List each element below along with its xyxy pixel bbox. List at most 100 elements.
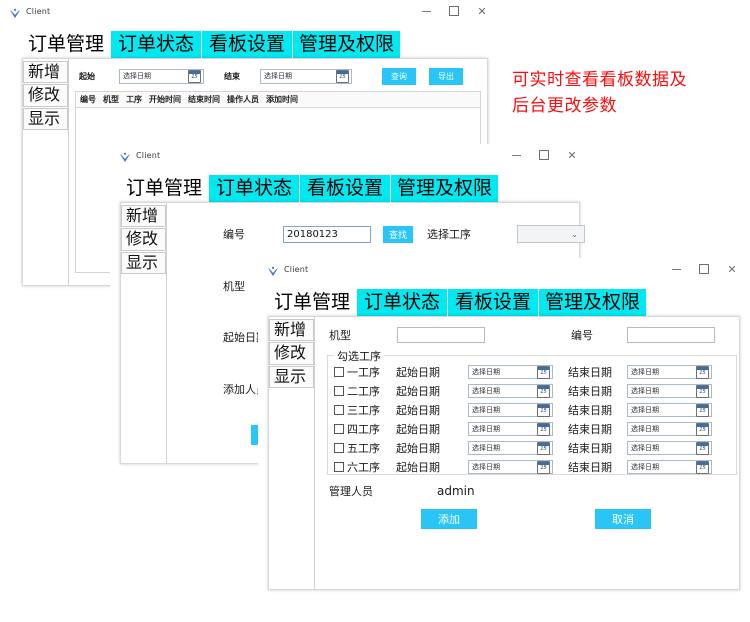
app-icon [267,263,279,276]
minimize-button[interactable] [412,0,440,22]
maximize-button[interactable] [530,144,558,166]
process-label: 四工序 [347,423,380,436]
checkbox-icon[interactable] [334,405,344,415]
process-end-date-picker[interactable]: 选择日期 15 [627,365,712,379]
tab-order-status[interactable]: 订单状态 [110,31,201,58]
window2-titlebar[interactable]: Client ✕ [110,144,590,166]
cancel-button[interactable]: 取消 [595,509,651,529]
sidebar-item-add[interactable]: 新增 [121,205,166,228]
checkbox-icon[interactable] [334,443,344,453]
minimize-button[interactable] [502,144,530,166]
window2-title: Client [136,150,161,160]
calendar-icon[interactable]: 15 [188,69,201,83]
calendar-icon[interactable]: 15 [696,460,709,474]
app-icon [9,5,21,18]
process-row: 五工序 起始日期 选择日期 15 结束日期 选择日期 15 [334,440,736,456]
start-date-label: 起始日期 [396,423,440,436]
window3-content: 机型 编号 勾选工序 一工序 起始日期 选择日期 15 结束日期 选择日期 15 二工序 起始日… [315,317,739,589]
tab-management-permissions[interactable]: 管理及权限 [292,31,400,58]
checkbox-icon[interactable] [334,386,344,396]
model-input[interactable] [397,327,485,343]
end-date-value: 选择日期 [631,387,659,395]
process-end-date-picker[interactable]: 选择日期 15 [627,441,712,455]
checkbox-icon[interactable] [334,367,344,377]
window3-top-row: 机型 编号 [329,327,739,343]
process-checkbox-5[interactable]: 五工序 [334,440,396,456]
tab-board-settings[interactable]: 看板设置 [447,289,538,316]
calendar-icon[interactable]: 15 [537,460,550,474]
tab-order-status[interactable]: 订单状态 [356,289,447,316]
process-start-date-picker[interactable]: 选择日期 15 [468,384,553,398]
sidebar-item-show[interactable]: 显示 [23,107,68,131]
window1-controls: ✕ [412,0,496,22]
process-checkbox-2[interactable]: 二工序 [334,383,396,399]
calendar-icon[interactable]: 15 [696,384,709,398]
tab-management-permissions[interactable]: 管理及权限 [390,175,498,202]
process-end-date-picker[interactable]: 选择日期 15 [627,384,712,398]
tab-board-settings[interactable]: 看板设置 [299,175,390,202]
calendar-icon[interactable]: 15 [696,422,709,436]
process-end-date-picker[interactable]: 选择日期 15 [627,422,712,436]
window1-titlebar[interactable]: Client ✕ [0,0,500,22]
window3-tabs: 订单管理 订单状态 看板设置 管理及权限 [268,289,646,316]
query-button[interactable]: 查询 [382,67,416,85]
close-button[interactable]: ✕ [468,0,496,22]
grid-col-model: 机型 [103,95,119,104]
checkbox-icon[interactable] [334,462,344,472]
process-end-date-picker[interactable]: 选择日期 15 [627,460,712,474]
tab-order-management[interactable]: 订单管理 [22,31,110,58]
tab-order-management[interactable]: 订单管理 [268,289,356,316]
window3-titlebar[interactable]: Client ✕ [258,258,750,280]
window2-tabs: 订单管理 订单状态 看板设置 管理及权限 [120,175,498,202]
tab-management-permissions[interactable]: 管理及权限 [538,289,646,316]
process-start-date-picker[interactable]: 选择日期 15 [468,403,553,417]
checkbox-icon[interactable] [334,424,344,434]
calendar-icon[interactable]: 15 [696,403,709,417]
process-checkbox-3[interactable]: 三工序 [334,402,396,418]
tab-order-status[interactable]: 订单状态 [208,175,299,202]
minimize-button[interactable] [662,258,690,280]
sidebar-item-edit[interactable]: 修改 [23,84,68,107]
start-date-picker[interactable]: 选择日期 15 [119,68,204,84]
sidebar-item-add[interactable]: 新增 [269,319,314,342]
sidebar-item-add[interactable]: 新增 [23,61,68,84]
close-button[interactable]: ✕ [558,144,586,166]
calendar-icon[interactable]: 15 [537,441,550,455]
window2-sidebar: 新增 修改 显示 [121,203,167,463]
maximize-button[interactable] [440,0,468,22]
sidebar-item-show[interactable]: 显示 [269,365,314,389]
tab-order-management[interactable]: 订单管理 [120,175,208,202]
sidebar-item-show[interactable]: 显示 [121,251,166,275]
process-checkbox-4[interactable]: 四工序 [334,421,396,437]
process-start-date-picker[interactable]: 选择日期 15 [468,460,553,474]
calendar-icon[interactable]: 15 [336,69,349,83]
sidebar-item-edit[interactable]: 修改 [269,342,314,365]
process-start-date-picker[interactable]: 选择日期 15 [468,441,553,455]
process-row: 六工序 起始日期 选择日期 15 结束日期 选择日期 15 [334,459,736,475]
calendar-icon[interactable]: 15 [537,403,550,417]
calendar-icon[interactable]: 15 [537,422,550,436]
calendar-icon[interactable]: 15 [696,441,709,455]
add-button[interactable]: 添加 [421,509,477,529]
process-select[interactable]: ⌄ [517,225,585,243]
calendar-icon[interactable]: 15 [537,384,550,398]
tab-board-settings[interactable]: 看板设置 [201,31,292,58]
end-date-label: 结束日期 [568,461,612,474]
grid-col-start-time: 开始时间 [149,95,181,104]
process-checkbox-6[interactable]: 六工序 [334,459,396,475]
process-start-date-picker[interactable]: 选择日期 15 [468,422,553,436]
window1-filter-bar: 起始 选择日期 15 结束 选择日期 15 查询 导出 [79,67,499,85]
code-input[interactable] [627,327,715,343]
process-end-date-picker[interactable]: 选择日期 15 [627,403,712,417]
calendar-icon[interactable]: 15 [537,365,550,379]
process-checkbox-1[interactable]: 一工序 [334,364,396,380]
sidebar-item-edit[interactable]: 修改 [121,228,166,251]
process-start-date-picker[interactable]: 选择日期 15 [468,365,553,379]
calendar-icon[interactable]: 15 [696,365,709,379]
end-date-picker[interactable]: 选择日期 15 [260,68,352,84]
find-button[interactable]: 查找 [383,225,413,243]
export-button[interactable]: 导出 [429,67,463,85]
maximize-button[interactable] [690,258,718,280]
close-button[interactable]: ✕ [718,258,746,280]
code-input[interactable]: 20180123 [283,225,371,243]
